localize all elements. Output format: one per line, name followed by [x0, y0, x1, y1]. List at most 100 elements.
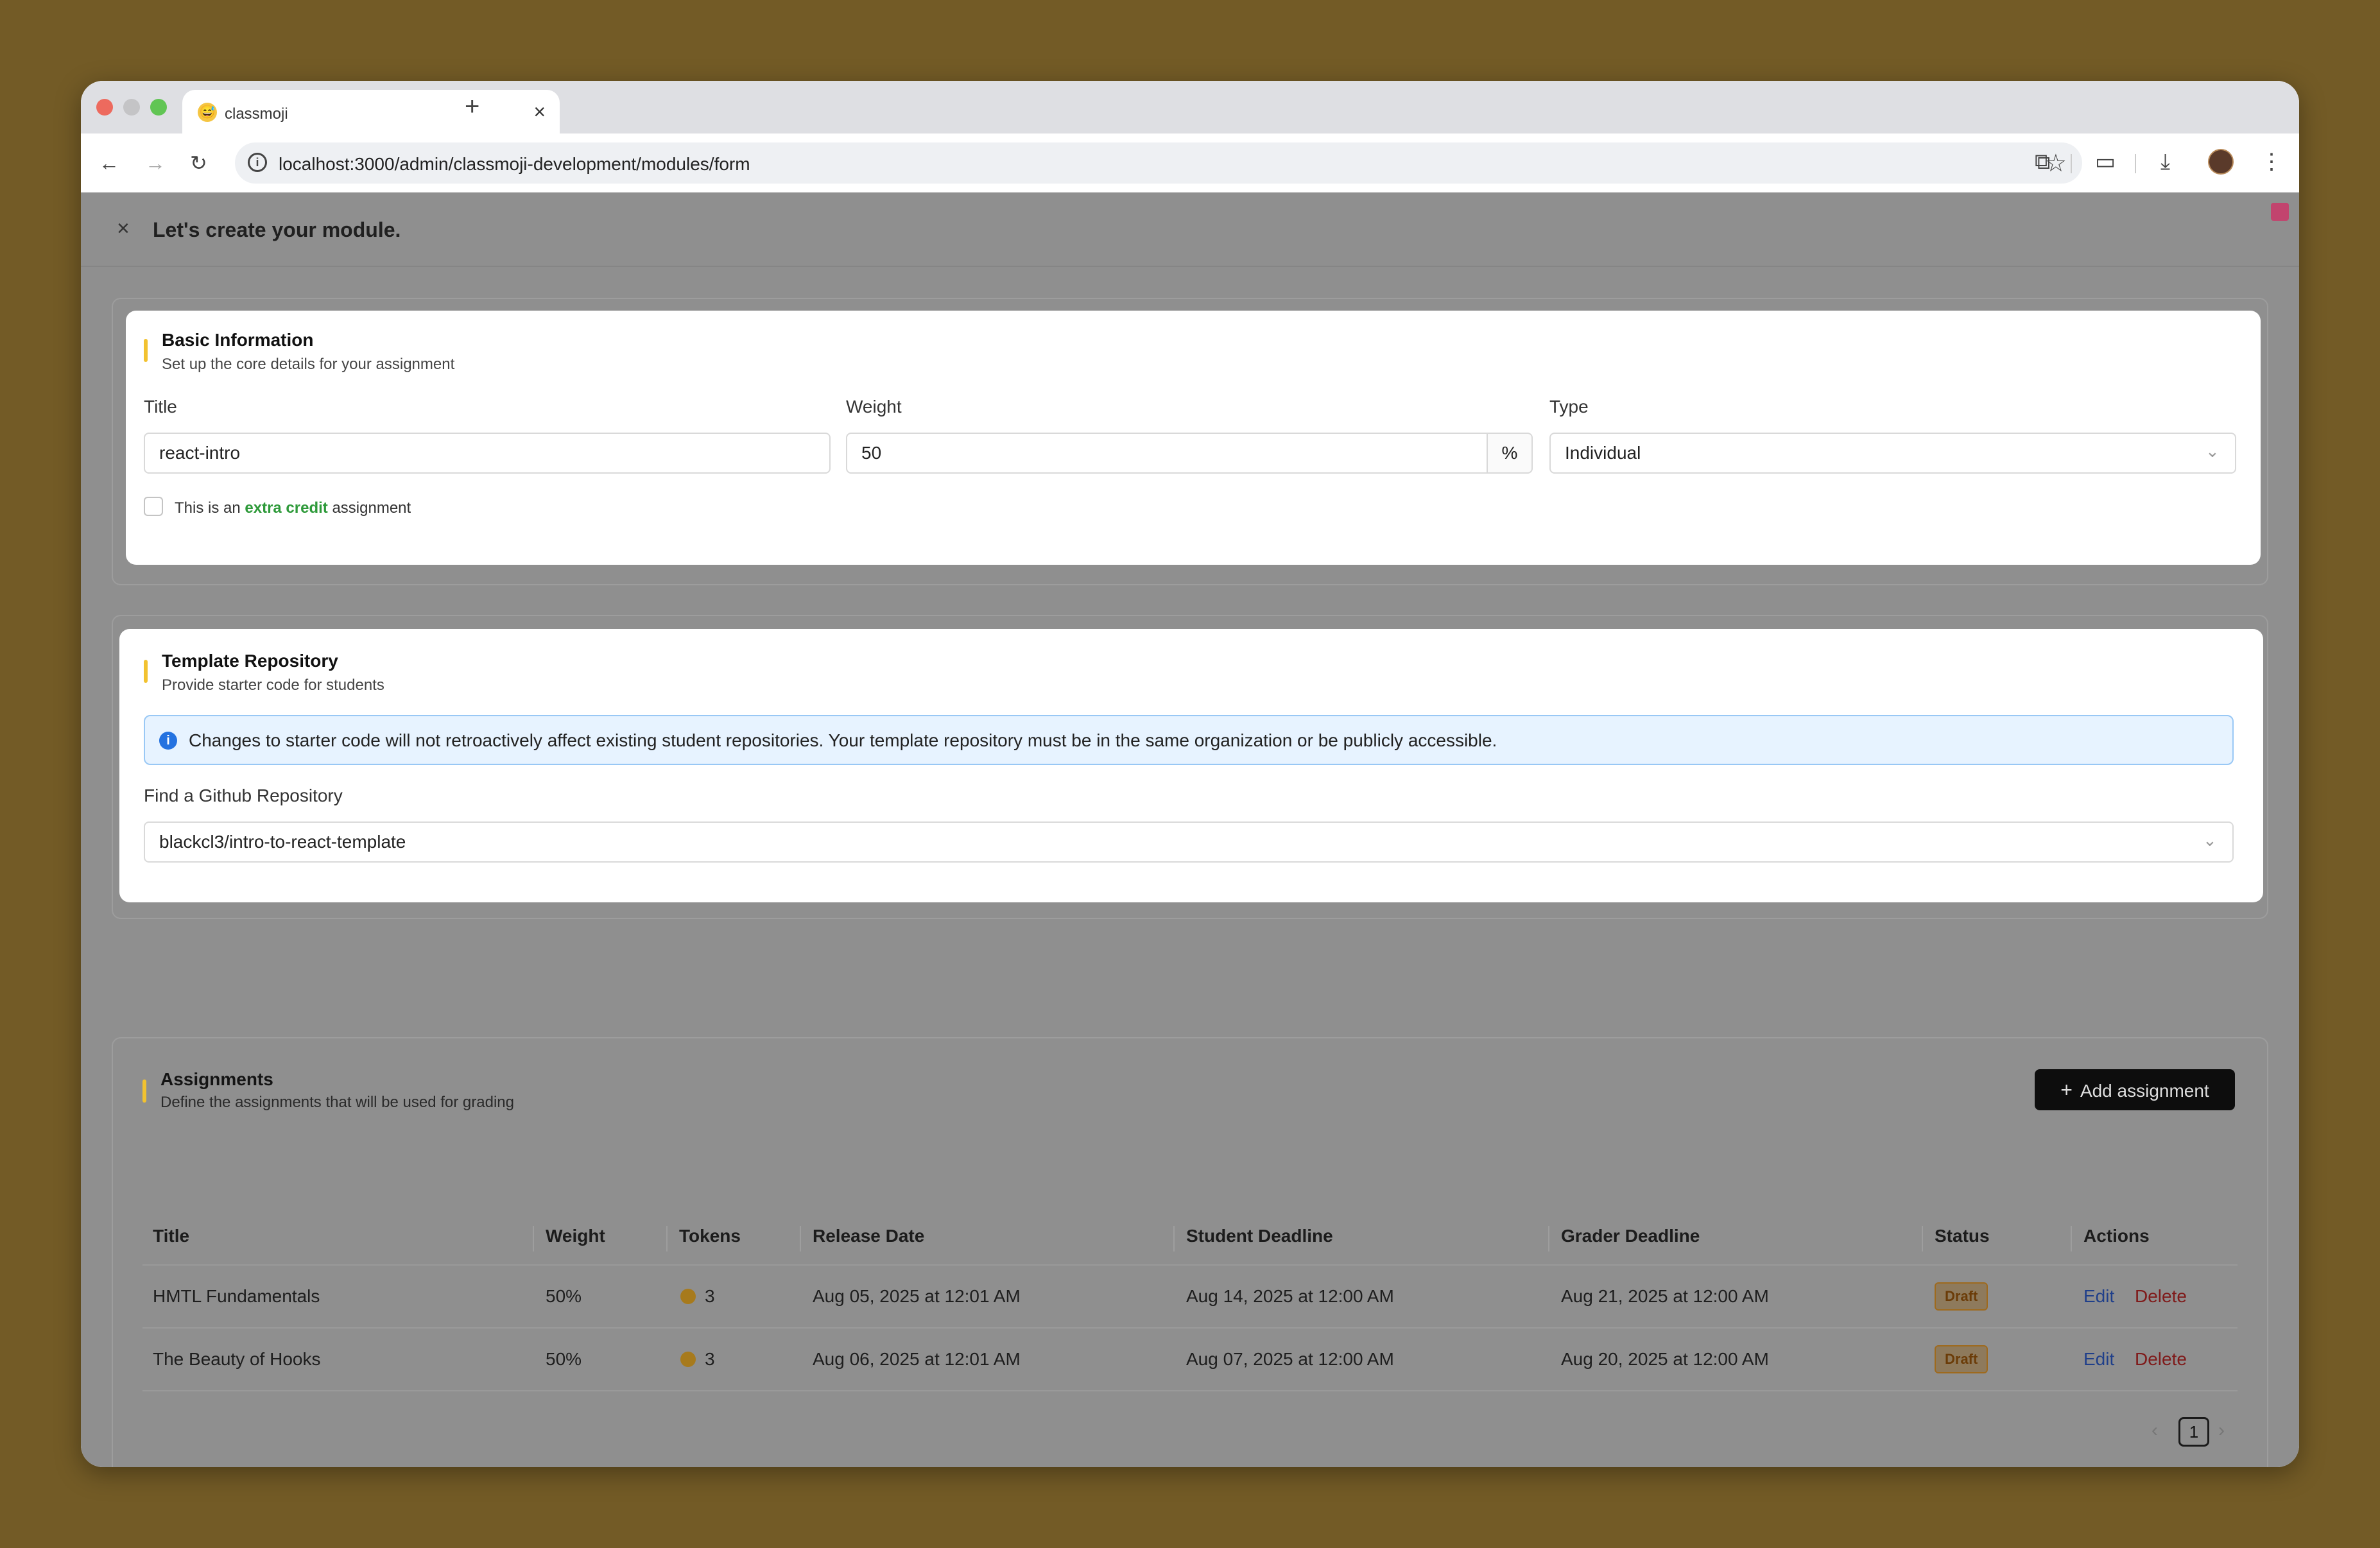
- kebab-menu-icon[interactable]: ⋮: [2261, 149, 2282, 175]
- status-badge: Draft: [1935, 1282, 1988, 1311]
- assignments-subtitle: Define the assignments that will be used…: [160, 1094, 514, 1111]
- add-assignment-label: Add assignment: [2080, 1081, 2209, 1101]
- extra-credit-suffix: assignment: [332, 499, 411, 517]
- alert-text: Changes to starter code will not retroac…: [189, 730, 1497, 750]
- chevron-right-icon[interactable]: ›: [2218, 1420, 2225, 1441]
- weight-suffix: %: [1488, 433, 1533, 474]
- extensions-icon[interactable]: ⧉: [2035, 149, 2050, 175]
- assignments-title: Assignments: [160, 1069, 273, 1089]
- release-date: Aug 05, 2025 at 12:01 AM: [813, 1286, 1021, 1306]
- extra-credit-highlight: extra credit: [245, 499, 328, 517]
- add-assignment-button[interactable]: + Add assignment: [2035, 1069, 2235, 1110]
- column-divider: [800, 1226, 801, 1251]
- column-header: Student Deadline: [1186, 1226, 1333, 1246]
- extra-credit-checkbox[interactable]: [144, 497, 163, 516]
- window-minimize-button[interactable]: [123, 99, 140, 116]
- section-title: Basic Information: [162, 330, 314, 350]
- grader-deadline: Aug 21, 2025 at 12:00 AM: [1561, 1286, 1769, 1306]
- close-icon[interactable]: ×: [117, 216, 130, 241]
- status-badge: Draft: [1935, 1345, 1988, 1373]
- column-header: Grader Deadline: [1561, 1226, 1700, 1246]
- column-divider: [1173, 1226, 1175, 1251]
- tab-close-icon[interactable]: ×: [533, 100, 546, 123]
- column-header: Tokens: [679, 1226, 741, 1246]
- page-header: × Let's create your module.: [81, 193, 2299, 267]
- reload-icon[interactable]: ↻: [190, 150, 207, 176]
- dev-indicator-badge: [2271, 203, 2289, 221]
- download-icon[interactable]: ⤓: [2160, 149, 2170, 175]
- column-divider: [1548, 1226, 1549, 1251]
- toolbar-divider: [2135, 154, 2136, 173]
- table-row: HMTL Fundamentals 50% 3 Aug 05, 2025 at …: [142, 1266, 2238, 1329]
- chevron-down-icon: ⌄: [2203, 830, 2217, 850]
- type-label: Type: [1549, 397, 1589, 417]
- plus-icon: +: [2060, 1078, 2073, 1101]
- back-arrow-icon[interactable]: ←: [99, 150, 119, 176]
- section-accent-bar: [144, 339, 148, 362]
- url-text[interactable]: localhost:3000/admin/classmoji-developme…: [279, 154, 750, 175]
- token-coin-icon: [680, 1289, 696, 1304]
- section-subtitle: Provide starter code for students: [162, 676, 384, 694]
- page-content: × Let's create your module. Basic Inform…: [81, 193, 2299, 1467]
- template-repo-card: Template Repository Provide starter code…: [119, 629, 2263, 902]
- weight-input[interactable]: 50: [846, 433, 1488, 474]
- column-divider: [2071, 1226, 2072, 1251]
- toolbar-divider: [2071, 154, 2072, 173]
- table-header: Title Weight Tokens Release Date Student…: [142, 1213, 2238, 1266]
- info-icon: i: [159, 732, 177, 750]
- assignment-weight: 50%: [546, 1349, 582, 1369]
- assignment-tokens: 3: [705, 1349, 715, 1369]
- section-title: Template Repository: [162, 651, 338, 671]
- tab-strip: 😅 classmoji × +: [81, 81, 2299, 133]
- chevron-left-icon[interactable]: ‹: [2151, 1420, 2158, 1441]
- profile-avatar[interactable]: [2208, 149, 2234, 175]
- column-divider: [1922, 1226, 1923, 1251]
- section-accent-bar: [142, 1079, 146, 1103]
- type-select[interactable]: Individual: [1549, 433, 2236, 474]
- page-number-button[interactable]: 1: [2178, 1417, 2209, 1447]
- title-label: Title: [144, 397, 177, 417]
- find-repo-label: Find a Github Repository: [144, 786, 343, 805]
- assignment-weight: 50%: [546, 1286, 582, 1306]
- column-header: Release Date: [813, 1226, 925, 1246]
- tab-search-icon[interactable]: ▭: [2095, 149, 2116, 175]
- chevron-down-icon: ⌄: [2205, 442, 2220, 461]
- table-row: The Beauty of Hooks 50% 3 Aug 06, 2025 a…: [142, 1329, 2238, 1391]
- delete-link[interactable]: Delete: [2135, 1349, 2187, 1370]
- title-input[interactable]: react-intro: [144, 433, 831, 474]
- assignment-title: The Beauty of Hooks: [153, 1349, 321, 1369]
- column-header: Title: [153, 1226, 190, 1246]
- section-accent-bar: [144, 660, 148, 683]
- assignment-tokens: 3: [705, 1286, 715, 1306]
- edit-link[interactable]: Edit: [2083, 1349, 2114, 1370]
- edit-link[interactable]: Edit: [2083, 1286, 2114, 1307]
- new-tab-icon[interactable]: +: [465, 92, 479, 121]
- delete-link[interactable]: Delete: [2135, 1286, 2187, 1307]
- extra-credit-prefix: This is an: [175, 499, 241, 517]
- token-coin-icon: [680, 1352, 696, 1367]
- window-close-button[interactable]: [96, 99, 113, 116]
- info-alert: i Changes to starter code will not retro…: [144, 715, 2234, 765]
- column-divider: [666, 1226, 668, 1251]
- site-info-icon[interactable]: i: [248, 153, 267, 172]
- column-header: Weight: [546, 1226, 605, 1246]
- forward-arrow-icon[interactable]: →: [145, 150, 166, 176]
- tab-title: classmoji: [225, 105, 288, 123]
- section-subtitle: Set up the core details for your assignm…: [162, 356, 455, 373]
- column-divider: [533, 1226, 534, 1251]
- page-title: Let's create your module.: [153, 218, 401, 241]
- grader-deadline: Aug 20, 2025 at 12:00 AM: [1561, 1349, 1769, 1369]
- browser-tab[interactable]: 😅 classmoji ×: [182, 90, 560, 133]
- assignment-title: HMTL Fundamentals: [153, 1286, 320, 1306]
- browser-toolbar: ← → ↻ i localhost:3000/admin/classmoji-d…: [81, 133, 2299, 193]
- extra-credit-label[interactable]: This is an extra credit assignment: [175, 499, 411, 517]
- window-maximize-button[interactable]: [150, 99, 167, 116]
- browser-window: 😅 classmoji × + ← → ↻ i localhost:3000/a…: [81, 81, 2299, 1467]
- column-header: Actions: [2083, 1226, 2150, 1246]
- student-deadline: Aug 07, 2025 at 12:00 AM: [1186, 1349, 1394, 1369]
- student-deadline: Aug 14, 2025 at 12:00 AM: [1186, 1286, 1394, 1306]
- repo-select[interactable]: blackcl3/intro-to-react-template: [144, 821, 2234, 863]
- basic-info-card: Basic Information Set up the core detail…: [126, 311, 2261, 565]
- weight-label: Weight: [846, 397, 902, 417]
- address-bar[interactable]: i localhost:3000/admin/classmoji-develop…: [235, 142, 2082, 184]
